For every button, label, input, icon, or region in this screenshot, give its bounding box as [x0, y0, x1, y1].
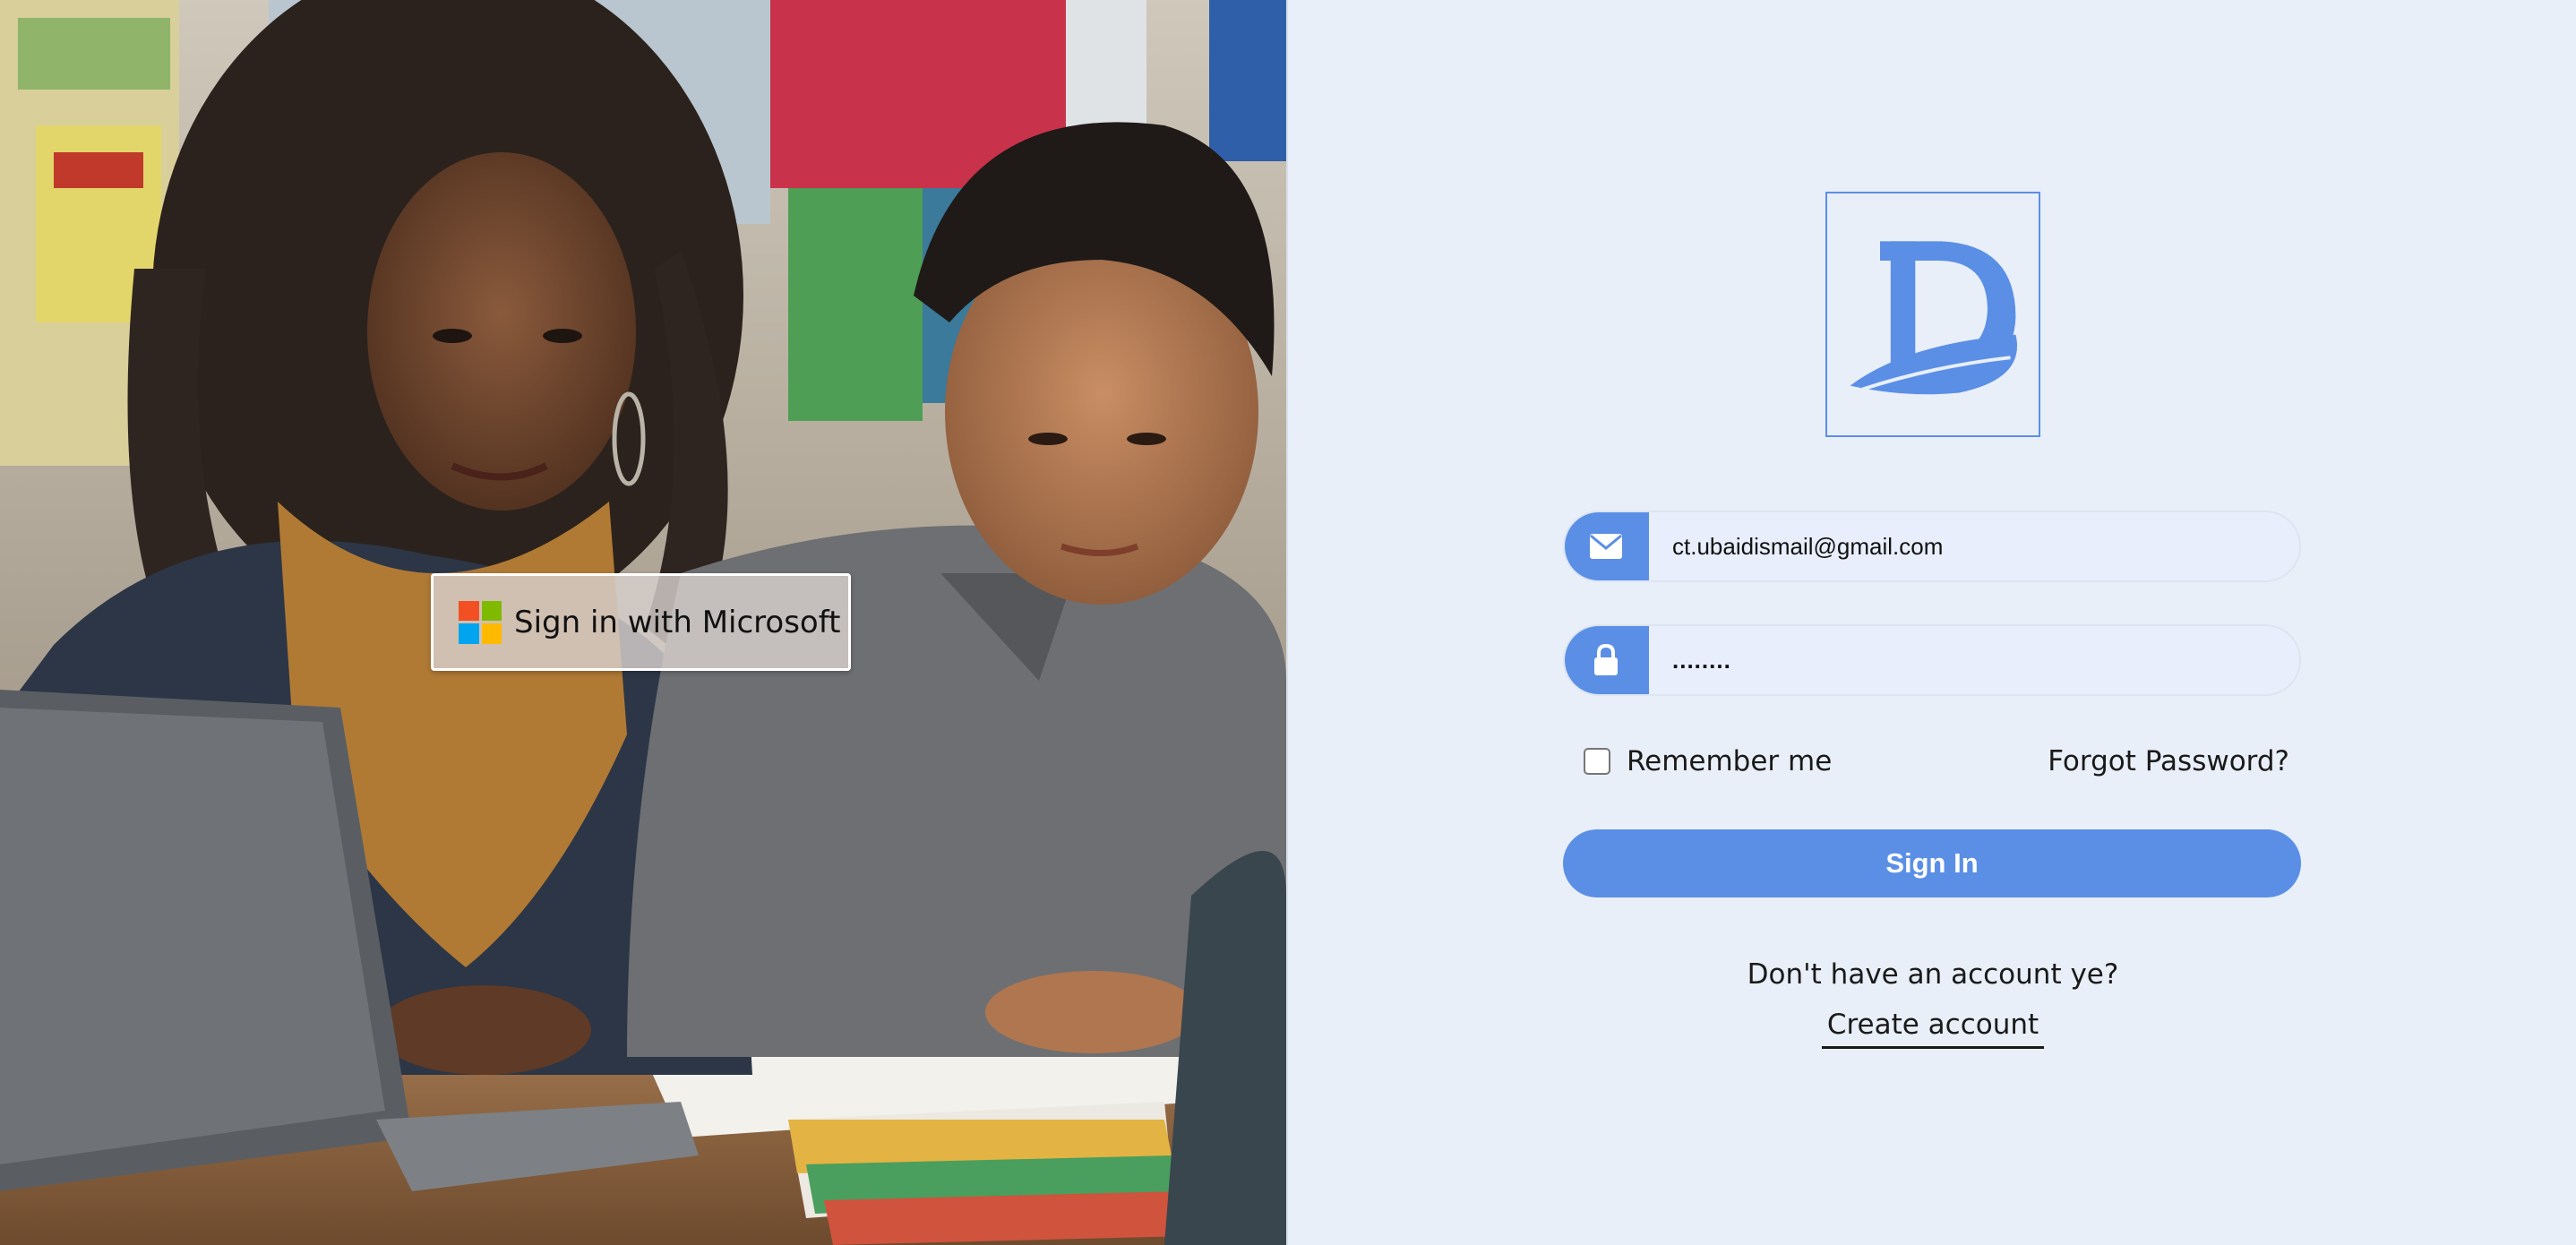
login-page: Sign in with Microsoft ct.ubaidismail@gm…	[0, 0, 2576, 1245]
d-logo-icon	[1825, 192, 2040, 437]
create-account-link[interactable]: Create account	[1822, 1009, 2044, 1049]
microsoft-logo-icon	[459, 600, 502, 644]
microsoft-button-label: Sign in with Microsoft	[514, 604, 841, 640]
login-panel: Remember me Forgot Password? Sign In Don…	[1286, 0, 2576, 1245]
forgot-password-link[interactable]: Forgot Password?	[2048, 745, 2289, 777]
sign-in-button[interactable]: Sign In	[1563, 829, 2301, 897]
hero-photo: Sign in with Microsoft	[0, 0, 1286, 1245]
remember-me[interactable]: Remember me	[1584, 745, 1832, 777]
lock-icon	[1565, 626, 1649, 694]
no-account-text: Don't have an account ye?	[1747, 958, 2119, 991]
email-field[interactable]	[1563, 511, 2301, 582]
remember-me-label[interactable]: Remember me	[1627, 745, 1832, 777]
remember-me-checkbox[interactable]	[1584, 748, 1610, 775]
email-input[interactable]	[1649, 512, 2299, 580]
password-field[interactable]	[1563, 624, 2301, 696]
envelope-icon	[1565, 512, 1649, 580]
password-input[interactable]	[1649, 626, 2299, 694]
form-options-row: Remember me Forgot Password?	[1584, 736, 2289, 786]
sign-in-with-microsoft-button[interactable]: Sign in with Microsoft	[431, 573, 851, 671]
